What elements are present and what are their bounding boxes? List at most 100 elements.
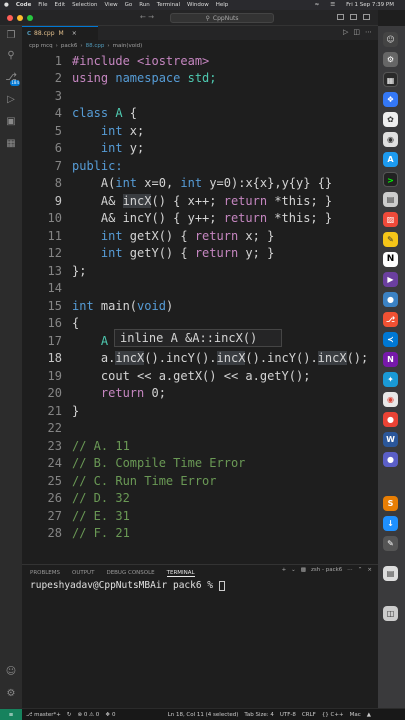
breadcrumb-subfolder[interactable]: pack6	[61, 43, 78, 49]
code-line: 14	[22, 280, 378, 298]
vscode-app-icon[interactable]: ≺	[383, 332, 398, 347]
terminal-app-icon[interactable]: >	[383, 172, 398, 187]
tab-problems[interactable]: PROBLEMS	[30, 570, 60, 576]
source-control-badge: 184	[10, 80, 20, 86]
toggle-panel-icon[interactable]	[350, 14, 357, 20]
explorer-icon[interactable]: ❐	[5, 30, 17, 42]
menu-selection[interactable]: Selection	[72, 2, 97, 8]
photos-app-icon[interactable]: ✿	[383, 112, 398, 127]
code-token: a.	[72, 351, 116, 366]
control-center-icon[interactable]: ☰	[330, 2, 335, 8]
add-terminal-icon[interactable]: +	[282, 567, 287, 573]
pdf-app-icon[interactable]: ▨	[383, 212, 398, 227]
toggle-sidebar-icon[interactable]	[337, 14, 344, 20]
run-debug-icon[interactable]: ▷	[5, 94, 17, 106]
menu-run[interactable]: Run	[139, 2, 150, 8]
notes-app-icon[interactable]: ✎	[383, 232, 398, 247]
more-actions-icon[interactable]: ⋯	[365, 28, 372, 36]
tab-debug-console[interactable]: DEBUG CONSOLE	[106, 570, 154, 576]
downloads-folder-icon[interactable]: ↓	[383, 516, 398, 531]
menu-view[interactable]: View	[105, 2, 118, 8]
terminal-shell-label[interactable]: zsh - pack6	[311, 567, 342, 573]
tab-terminal[interactable]: TERMINAL	[166, 570, 195, 577]
terminal-output[interactable]: rupeshyadav@CppNutsMBAir pack6 %	[30, 580, 225, 591]
code-line: 7 public:	[22, 157, 378, 175]
maximize-window-button[interactable]	[27, 15, 33, 21]
wifi-icon[interactable]: ≈	[315, 2, 320, 8]
layout-icon[interactable]	[363, 14, 370, 20]
chrome-app-icon[interactable]: ◉	[383, 132, 398, 147]
source-control-icon[interactable]: ⎇ 184	[5, 72, 20, 86]
trash-icon[interactable]: ◫	[383, 606, 398, 621]
breadcrumb-symbol[interactable]: main(void)	[113, 43, 143, 49]
teams-app-icon[interactable]: ●	[383, 292, 398, 307]
activity-bar: ❐ ⚲ ⎇ 184 ▷ ▣ ▦ ☺ ⚙	[0, 26, 22, 708]
chevron-right-icon: ›	[80, 43, 83, 49]
breadcrumb-file[interactable]: 88.cpp	[86, 43, 105, 49]
chevron-down-icon[interactable]: ⌄	[291, 567, 296, 573]
account-icon[interactable]: ☺	[5, 666, 17, 678]
compass-app-icon[interactable]: ✦	[383, 372, 398, 387]
tab-output[interactable]: OUTPUT	[72, 570, 94, 576]
menu-window[interactable]: Window	[187, 2, 209, 8]
git-branch-status[interactable]: ⎇ master*+	[26, 712, 61, 718]
problems-status[interactable]: ⊗ 0 ⚠ 0	[77, 712, 99, 718]
cursor-position[interactable]: Ln 18, Col 11 (4 selected)	[168, 712, 239, 718]
nav-arrows[interactable]: ← →	[140, 13, 154, 21]
menu-terminal[interactable]: Terminal	[157, 2, 180, 8]
search-icon[interactable]: ⚲	[5, 50, 17, 62]
close-panel-icon[interactable]: ×	[367, 567, 372, 573]
encoding-setting[interactable]: UTF-8	[280, 712, 296, 718]
sync-icon[interactable]: ↻	[67, 712, 72, 718]
code-editor[interactable]: 1 #include <iostream> 2 using namespace st…	[22, 52, 378, 564]
tab-88-cpp[interactable]: C 88.cpp M ×	[22, 26, 98, 40]
breadcrumb-folder[interactable]: cpp mcq	[29, 43, 53, 49]
settings-app-icon[interactable]: ⚙	[383, 52, 398, 67]
notifications-icon[interactable]: ▲	[367, 712, 371, 718]
tools-folder-icon[interactable]: ✎	[383, 536, 398, 551]
close-icon[interactable]: ×	[72, 30, 77, 37]
close-window-button[interactable]	[7, 15, 13, 21]
minimize-window-button[interactable]	[17, 15, 23, 21]
more-actions-icon[interactable]: ⋯	[347, 567, 353, 573]
code-token: int	[72, 298, 94, 313]
media-app-icon[interactable]: ●	[383, 412, 398, 427]
chrome-browser-icon[interactable]: ◉	[383, 392, 398, 407]
line-number: 10	[47, 211, 62, 226]
menu-edit[interactable]: Edit	[55, 2, 66, 8]
notion-app-icon[interactable]: N	[383, 252, 398, 267]
menu-help[interactable]: Help	[216, 2, 229, 8]
safari-icon[interactable]: ❖	[383, 92, 398, 107]
settings-gear-icon[interactable]: ⚙	[5, 688, 17, 700]
onenote-app-icon[interactable]: N	[383, 352, 398, 367]
code-line: 5 int x;	[22, 122, 378, 140]
extensions-icon[interactable]: ▦	[5, 138, 17, 150]
menubar-clock[interactable]: Fri 1 Sep 7:39 PM	[346, 2, 394, 8]
remote-explorer-icon[interactable]: ▣	[5, 116, 17, 128]
apple-menu-icon[interactable]: ●	[4, 2, 9, 8]
remote-indicator-icon[interactable]: ≡	[0, 708, 22, 720]
run-file-icon[interactable]: ▷	[343, 28, 348, 36]
menu-app[interactable]: Code	[16, 2, 31, 8]
word-app-icon[interactable]: W	[383, 432, 398, 447]
eol-setting[interactable]: CRLF	[302, 712, 316, 718]
code-text: A(int x=0, int y=0):x{x},y{y} {}	[72, 176, 332, 190]
menu-go[interactable]: Go	[125, 2, 133, 8]
indentation-setting[interactable]: Tab Size: 4	[244, 712, 273, 718]
document-icon[interactable]: ▤	[383, 566, 398, 581]
app-store-icon[interactable]: A	[383, 152, 398, 167]
split-editor-icon[interactable]: ◫	[353, 28, 360, 36]
teams-meeting-icon[interactable]: ●	[383, 452, 398, 467]
ports-status[interactable]: ❖ 0	[105, 712, 115, 718]
preview-app-icon[interactable]: ▤	[383, 192, 398, 207]
git-app-icon[interactable]: ⎇	[383, 312, 398, 327]
finder-app-icon[interactable]: ☺	[383, 32, 398, 47]
command-center-search[interactable]: ⚲ CppNuts	[170, 13, 274, 23]
sublime-app-icon[interactable]: S	[383, 496, 398, 511]
menu-file[interactable]: File	[38, 2, 47, 8]
maximize-panel-icon[interactable]: ⌃	[358, 567, 363, 573]
language-mode[interactable]: {} C++	[322, 712, 344, 718]
launchpad-icon[interactable]: ▦	[383, 72, 398, 87]
platform-config[interactable]: Mac	[350, 712, 361, 718]
video-editor-icon[interactable]: ▶	[383, 272, 398, 287]
